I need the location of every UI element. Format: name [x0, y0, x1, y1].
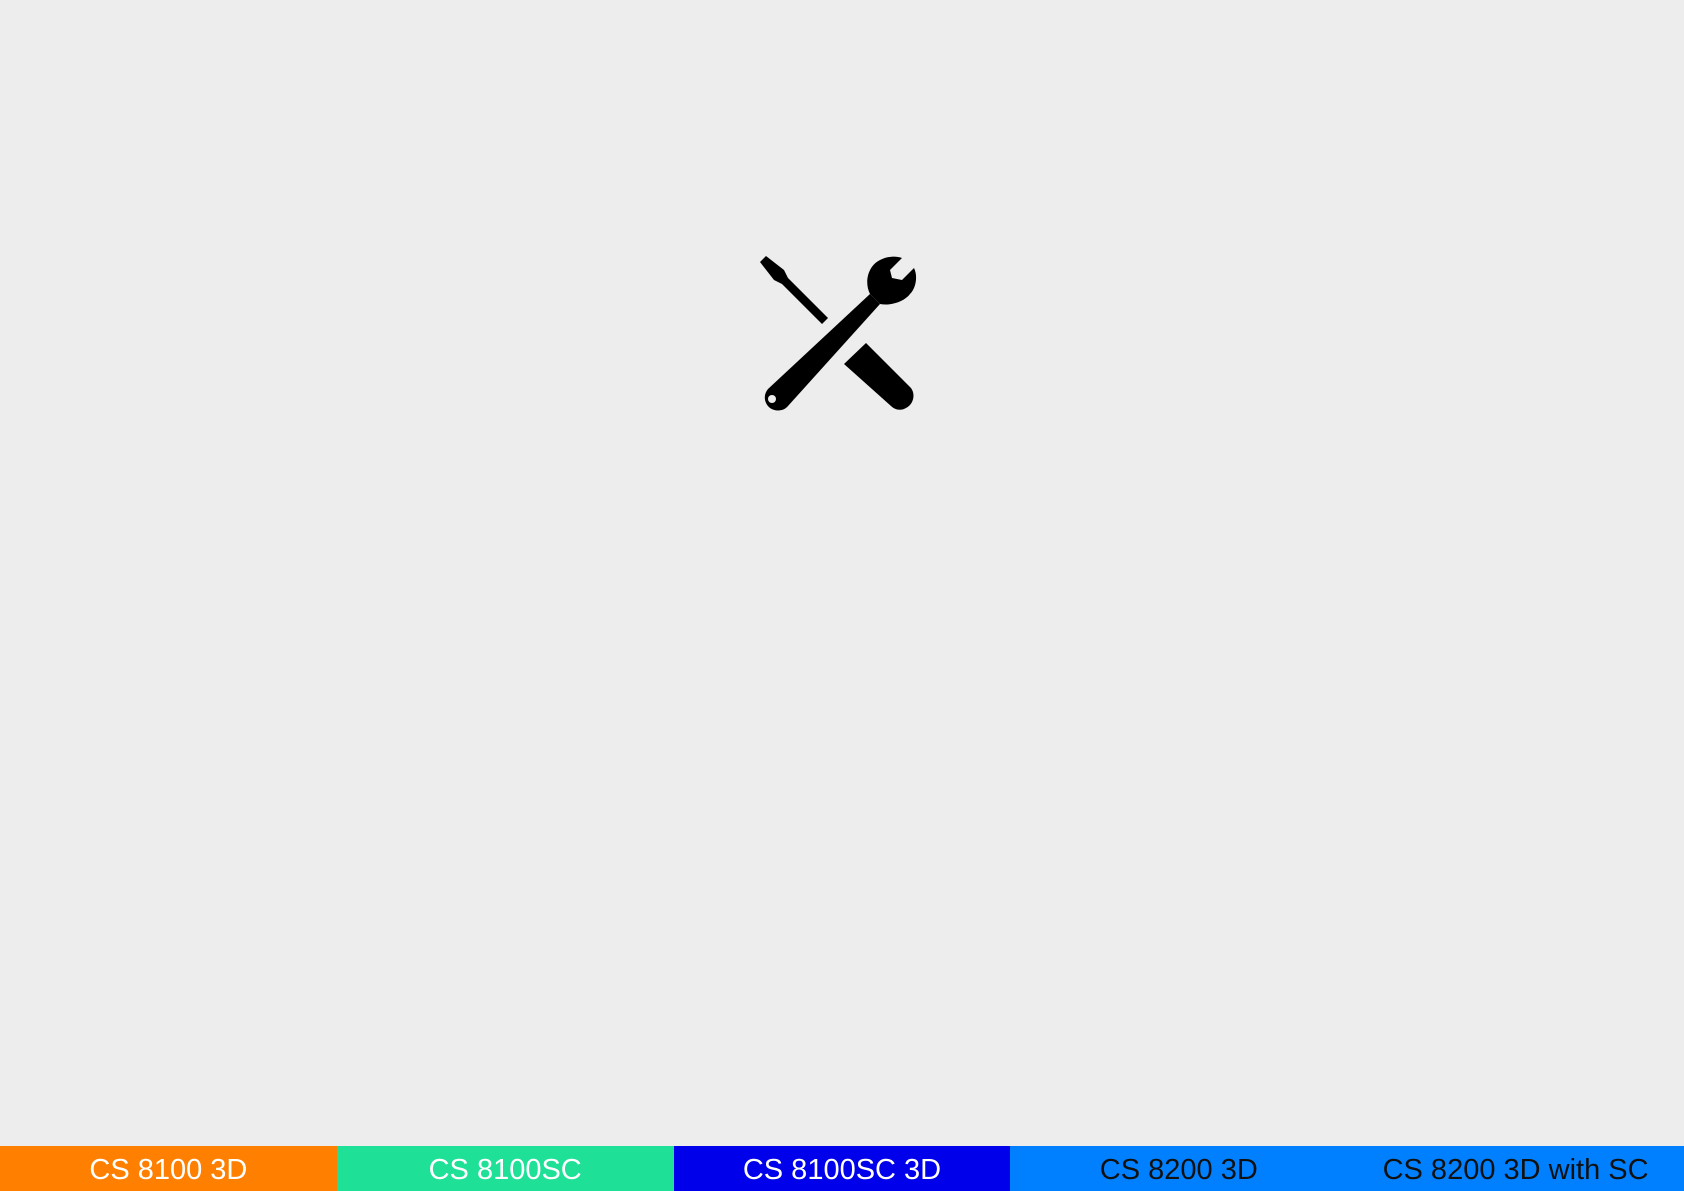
model-tab-2[interactable]: CS 8100SC [336, 1146, 674, 1191]
model-tab-label: CS 8100SC 3D [742, 1154, 942, 1186]
model-tab-label: CS 8200 3D [1099, 1154, 1258, 1186]
screen: CS 8100 3D CS 8100SC CS 8100SC 3D CS 8200 3… [0, 0, 1684, 1191]
model-tab-4[interactable]: CS 8200 3D [1010, 1146, 1348, 1191]
model-tab-3[interactable]: CS 8100SC 3D [673, 1146, 1011, 1191]
model-bar: CS 8100 3D CS 8100SC CS 8100SC 3D CS 8200 3… [0, 1146, 1684, 1191]
model-tab-label: CS 8100SC [428, 1154, 582, 1186]
model-tab-5[interactable]: CS 8200 3D with SC [1347, 1146, 1684, 1191]
tools-icon [758, 256, 928, 426]
model-tab-1[interactable]: CS 8100 3D [0, 1146, 337, 1191]
model-tab-label: CS 8200 3D with SC [1382, 1154, 1649, 1186]
model-tab-label: CS 8100 3D [89, 1154, 248, 1186]
